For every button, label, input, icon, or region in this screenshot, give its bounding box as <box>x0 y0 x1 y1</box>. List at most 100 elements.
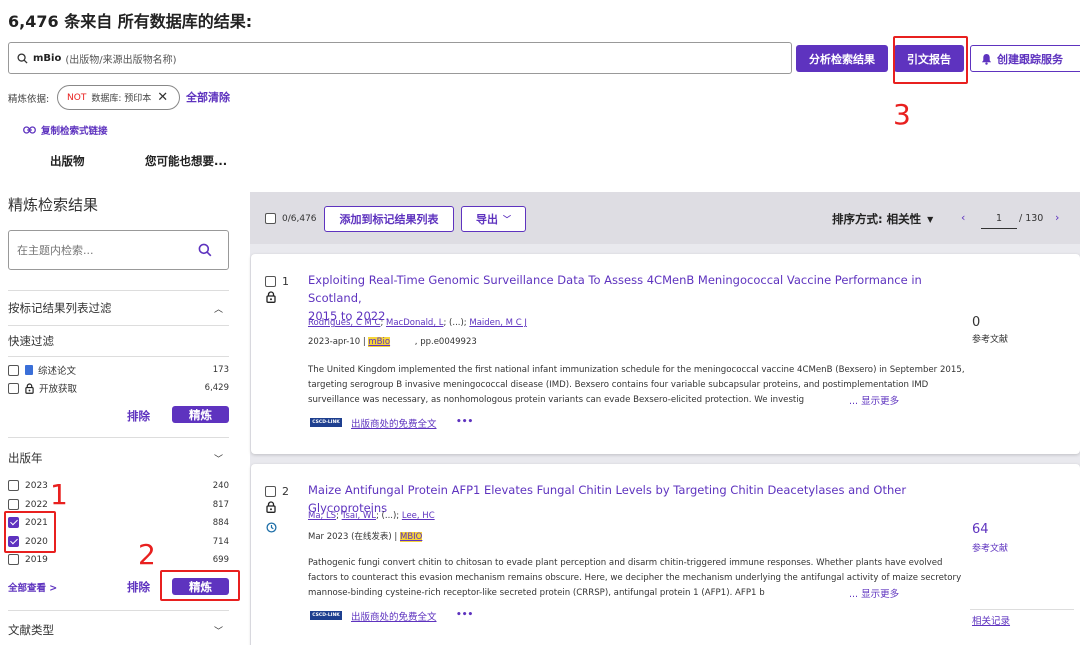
author-link[interactable]: Ma, LS <box>308 511 336 521</box>
checkbox[interactable] <box>8 480 19 491</box>
author-link[interactable]: Lee, HC <box>402 511 435 521</box>
citation-count[interactable]: 64 <box>972 522 989 537</box>
create-alert-button[interactable]: 创建跟踪服务 <box>970 45 1080 72</box>
sidebar-divider <box>8 325 229 326</box>
more-options-icon[interactable]: ••• <box>456 417 473 427</box>
checkbox[interactable] <box>265 486 276 497</box>
sidebar-divider <box>8 437 229 438</box>
quick-filter-open-access[interactable]: 开放获取 6,429 <box>8 381 229 395</box>
chevron-up-icon: ︿ <box>213 304 223 315</box>
year-item-2019[interactable]: 2019 699 <box>8 554 229 565</box>
export-button[interactable]: 导出 ﹀ <box>461 206 526 232</box>
result-date: 2023-apr-10 | <box>308 337 366 347</box>
more-options-icon[interactable]: ••• <box>456 610 473 620</box>
chevron-down-icon: ﹀ <box>503 214 511 224</box>
author-link[interactable]: Rodrigues, C M C <box>308 318 380 328</box>
bell-icon <box>981 53 992 65</box>
year-count: 817 <box>212 499 229 510</box>
sort-dropdown[interactable]: 排序方式: 相关性 ▼ <box>832 211 933 227</box>
exclude-button[interactable]: 排除 <box>127 408 150 424</box>
topic-search-input[interactable] <box>17 243 167 257</box>
result-title-line: Exploiting Real-Time Genomic Surveillanc… <box>308 273 922 305</box>
checkbox[interactable] <box>8 554 19 565</box>
analyze-results-button[interactable]: 分析检索结果 <box>796 45 888 72</box>
add-to-marked-list-label: 添加到标记结果列表 <box>339 213 439 226</box>
filter-chip[interactable]: NOT 数据库: 预印本 ✕ <box>57 85 180 110</box>
see-all-years-link[interactable]: 全部查看 > <box>8 580 57 594</box>
abstract-line: targeting serogroup B invasive meningoco… <box>308 380 929 390</box>
author-link[interactable]: MacDonald, L <box>386 318 443 328</box>
refine-button[interactable]: 精炼 <box>172 406 229 423</box>
year-count: 240 <box>212 480 229 491</box>
quick-filter-review[interactable]: 综述论文 173 <box>8 363 229 377</box>
page-input[interactable]: 1 <box>981 209 1017 229</box>
clear-all-link[interactable]: 全部清除 <box>186 89 230 105</box>
checkbox[interactable] <box>8 364 19 376</box>
card-divider <box>970 609 1074 610</box>
year-count: 884 <box>212 517 229 528</box>
cscd-link-badge[interactable]: CSCD-LINK <box>310 611 342 620</box>
checkbox[interactable] <box>8 499 19 510</box>
lock-icon <box>25 382 34 394</box>
result-pages: , pp.e0049923 <box>414 337 477 347</box>
quick-filter-count: 173 <box>212 365 229 375</box>
free-full-text-link[interactable]: 出版商处的免费全文 <box>351 416 437 430</box>
checkbox[interactable] <box>8 382 19 394</box>
show-more-link[interactable]: ... 显示更多 <box>849 586 899 600</box>
copy-query-link[interactable]: 复制检索式链接 <box>23 123 108 137</box>
quick-filter-label: 开放获取 <box>39 384 78 395</box>
filter-chip-not: NOT <box>67 92 87 103</box>
filter-chip-text: 数据库: 预印本 <box>91 94 152 104</box>
cscd-link-badge[interactable]: CSCD-LINK <box>310 418 342 427</box>
citation-count: 0 <box>972 315 981 330</box>
tab-publication[interactable]: 出版物 <box>50 153 85 169</box>
year-item-2023[interactable]: 2023 240 <box>8 480 229 491</box>
result-source: Mar 2023 (在线发表) | MBIO <box>308 530 423 542</box>
result-source: 2023-apr-10 | mBio , pp.e0049923 <box>308 337 477 347</box>
result-authors: Ma, LS; Tsai, WL; (...); Lee, HC <box>308 511 435 521</box>
result-select[interactable]: 2 <box>265 485 289 498</box>
author-separator: ; <box>380 318 384 328</box>
quick-filter-count: 6,429 <box>204 383 229 393</box>
annotation-number: 3 <box>893 98 911 131</box>
abstract-line: The United Kingdom implemented the first… <box>308 365 965 375</box>
author-link[interactable]: Tsai, WL <box>342 511 376 521</box>
related-records-link[interactable]: 相关记录 <box>972 613 1010 627</box>
quick-filter-title: 快速过滤 <box>8 334 54 348</box>
add-to-marked-list-button[interactable]: 添加到标记结果列表 <box>324 206 454 232</box>
journal-link[interactable]: mBio <box>368 337 391 347</box>
journal-link[interactable]: MBIO <box>399 532 423 542</box>
checkbox[interactable] <box>265 276 276 287</box>
chevron-down-icon: ﹀ <box>213 626 223 637</box>
clock-icon <box>266 522 277 533</box>
sidebar-title: 精炼检索结果 <box>8 196 99 214</box>
close-icon[interactable]: ✕ <box>157 90 168 105</box>
tab-you-may-like[interactable]: 您可能也想要... <box>145 153 227 169</box>
year-filter-header[interactable]: 出版年 ﹀ <box>8 450 229 466</box>
search-icon[interactable] <box>198 243 212 257</box>
show-more-link[interactable]: ... 显示更多 <box>849 393 899 407</box>
year-item-2022[interactable]: 2022 817 <box>8 499 229 510</box>
year-count: 699 <box>212 554 229 565</box>
result-index: 2 <box>282 485 289 498</box>
prev-page-icon[interactable]: ‹ <box>961 211 965 224</box>
copy-query-label: 复制检索式链接 <box>41 126 108 137</box>
annotation-number: 2 <box>138 538 156 571</box>
result-select[interactable]: 1 <box>265 275 289 288</box>
exclude-button[interactable]: 排除 <box>127 579 150 595</box>
annotation-box-citation-report <box>893 36 968 84</box>
select-all[interactable]: 0/6,476 <box>265 213 317 224</box>
result-title-link[interactable]: Exploiting Real-Time Genomic Surveillanc… <box>308 271 958 325</box>
checkbox[interactable] <box>265 213 276 224</box>
next-page-icon[interactable]: › <box>1055 211 1059 224</box>
author-link[interactable]: Maiden, M C J <box>469 318 527 328</box>
search-box[interactable]: mBio (出版物/来源出版物名称) <box>8 42 792 74</box>
free-full-text-link[interactable]: 出版商处的免费全文 <box>351 609 437 623</box>
doc-type-filter-header[interactable]: 文献类型 ﹀ <box>8 622 229 638</box>
topic-search-box[interactable] <box>8 230 229 270</box>
author-separator: ; (...); <box>375 511 400 521</box>
marked-list-filter[interactable]: 按标记结果列表过滤 ︿ <box>8 300 229 316</box>
sidebar-divider <box>8 356 229 357</box>
sort-label: 排序方式: 相关性 <box>832 212 922 226</box>
abstract-line: factors to counteract this evasion mecha… <box>308 573 962 583</box>
